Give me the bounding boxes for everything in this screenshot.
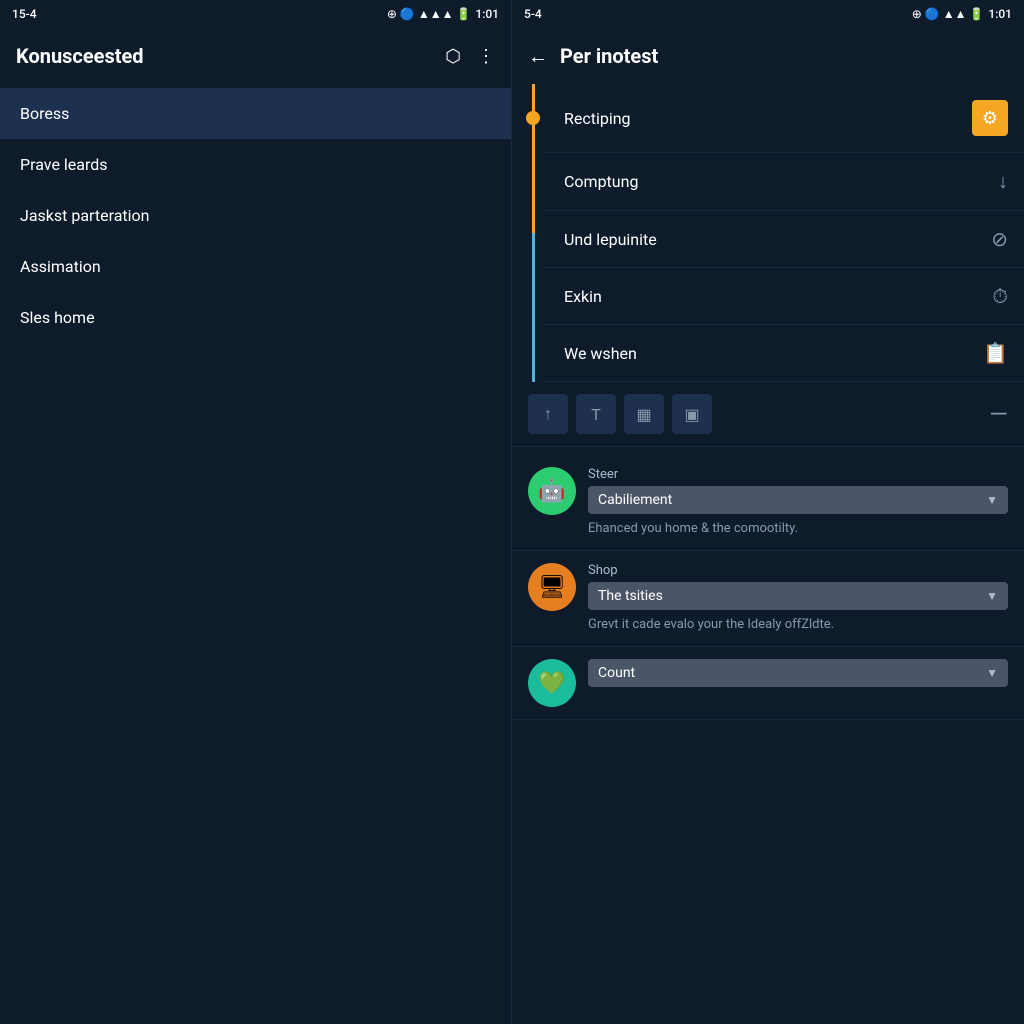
left-status-right: ⊕ 🔵 ▲▲▲ 🔋 1:01	[387, 7, 499, 21]
shop-label: Shop	[588, 563, 1008, 578]
left-panel: 15-4 ⊕ 🔵 ▲▲▲ 🔋 1:01 Konusceested ⬡ ⋮ Bor…	[0, 0, 512, 1024]
toolbar-text-btn[interactable]: T	[576, 394, 616, 434]
count-app-icon: 💚	[528, 659, 576, 707]
toolbar-copy-btn[interactable]: ▣	[672, 394, 712, 434]
menu-section: Rectiping ⚙ Comptung ↓ Und lepuinite ⊘ E…	[512, 84, 1024, 382]
right-status-time: 1:01	[988, 7, 1012, 21]
steer-dropdown[interactable]: Cabiliement ▼	[588, 486, 1008, 514]
menu-item-rectiping[interactable]: Rectiping ⚙	[544, 84, 1024, 153]
shop-app-icon: 🖥	[528, 563, 576, 611]
right-status-right: ⊕ 🔵 ▲▲ 🔋 1:01	[912, 7, 1012, 21]
shop-dropdown-arrow: ▼	[986, 589, 998, 603]
shop-dropdown[interactable]: The tsities ▼	[588, 582, 1008, 610]
menu-item-exkin[interactable]: Exkin ⏱	[544, 268, 1024, 325]
download-icon: ↓	[998, 169, 1008, 194]
app-item-steer: 🤖 Steer Cabiliement ▼ Ehanced you home &…	[512, 455, 1024, 551]
nav-item-jaskst[interactable]: Jaskst parteration	[0, 190, 511, 241]
gear-icon[interactable]: ⚙	[972, 100, 1008, 136]
left-app-title: Konusceested	[16, 44, 144, 68]
toolbar-buttons: ↑ T ▦ ▣	[528, 394, 712, 434]
left-status-time-left: 15-4	[12, 7, 37, 21]
right-status-left: 5-4	[524, 7, 542, 21]
app-list: 🤖 Steer Cabiliement ▼ Ehanced you home &…	[512, 447, 1024, 1024]
nav-item-assimation[interactable]: Assimation	[0, 241, 511, 292]
toolbar-section: ↑ T ▦ ▣ —	[512, 382, 1024, 447]
right-signal-icons: ⊕ 🔵 ▲▲ 🔋	[912, 7, 985, 21]
count-dropdown[interactable]: Count ▼	[588, 659, 1008, 687]
left-signal-icons: ⊕ 🔵 ▲▲▲ 🔋	[387, 7, 472, 21]
menu-item-und[interactable]: Und lepuinite ⊘	[544, 211, 1024, 268]
right-header: ← Per inotest	[512, 28, 1024, 84]
nav-item-sles[interactable]: Sles home	[0, 292, 511, 343]
box-icon[interactable]: ⬡	[445, 46, 461, 67]
clock-icon: ⏱	[992, 284, 1008, 308]
app-item-shop: 🖥 Shop The tsities ▼ Grevt it cade evalo…	[512, 551, 1024, 647]
nav-item-prave[interactable]: Prave leards	[0, 139, 511, 190]
nav-item-boress[interactable]: Boress	[0, 88, 511, 139]
back-button[interactable]: ←	[528, 44, 548, 69]
shop-app-content: Shop The tsities ▼ Grevt it cade evalo y…	[588, 563, 1008, 634]
menu-item-wewshen[interactable]: We wshen 📋	[544, 325, 1024, 382]
shop-description: Grevt it cade evalo your the Idealy offZ…	[588, 616, 1008, 634]
steer-description: Ehanced you home & the comootilty.	[588, 520, 1008, 538]
steer-app-content: Steer Cabiliement ▼ Ehanced you home & t…	[588, 467, 1008, 538]
right-status-bar: 5-4 ⊕ 🔵 ▲▲ 🔋 1:01	[512, 0, 1024, 28]
toolbar-up-btn[interactable]: ↑	[528, 394, 568, 434]
toolbar-grid-btn[interactable]: ▦	[624, 394, 664, 434]
count-dropdown-arrow: ▼	[986, 666, 998, 680]
timeline-line	[532, 84, 535, 382]
left-nav: Boress Prave leards Jaskst parteration A…	[0, 84, 511, 1024]
app-item-count: 💚 Count ▼	[512, 647, 1024, 720]
block-circle-icon: ⊘	[991, 227, 1008, 251]
left-header-icons: ⬡ ⋮	[445, 46, 495, 67]
right-page-title: Per inotest	[560, 44, 658, 68]
toolbar-minus-btn[interactable]: —	[989, 402, 1008, 426]
left-status-time: 1:01	[475, 7, 499, 21]
steer-label: Steer	[588, 467, 1008, 482]
more-icon[interactable]: ⋮	[477, 46, 495, 67]
steer-dropdown-arrow: ▼	[986, 493, 998, 507]
count-app-content: Count ▼	[588, 659, 1008, 693]
steer-app-icon: 🤖	[528, 467, 576, 515]
right-panel: 5-4 ⊕ 🔵 ▲▲ 🔋 1:01 ← Per inotest Rectipin…	[512, 0, 1024, 1024]
left-status-bar: 15-4 ⊕ 🔵 ▲▲▲ 🔋 1:01	[0, 0, 511, 28]
menu-item-comptung[interactable]: Comptung ↓	[544, 153, 1024, 211]
clipboard-icon: 📋	[983, 341, 1008, 365]
left-header: Konusceested ⬡ ⋮	[0, 28, 511, 84]
timeline-dot	[526, 111, 540, 125]
